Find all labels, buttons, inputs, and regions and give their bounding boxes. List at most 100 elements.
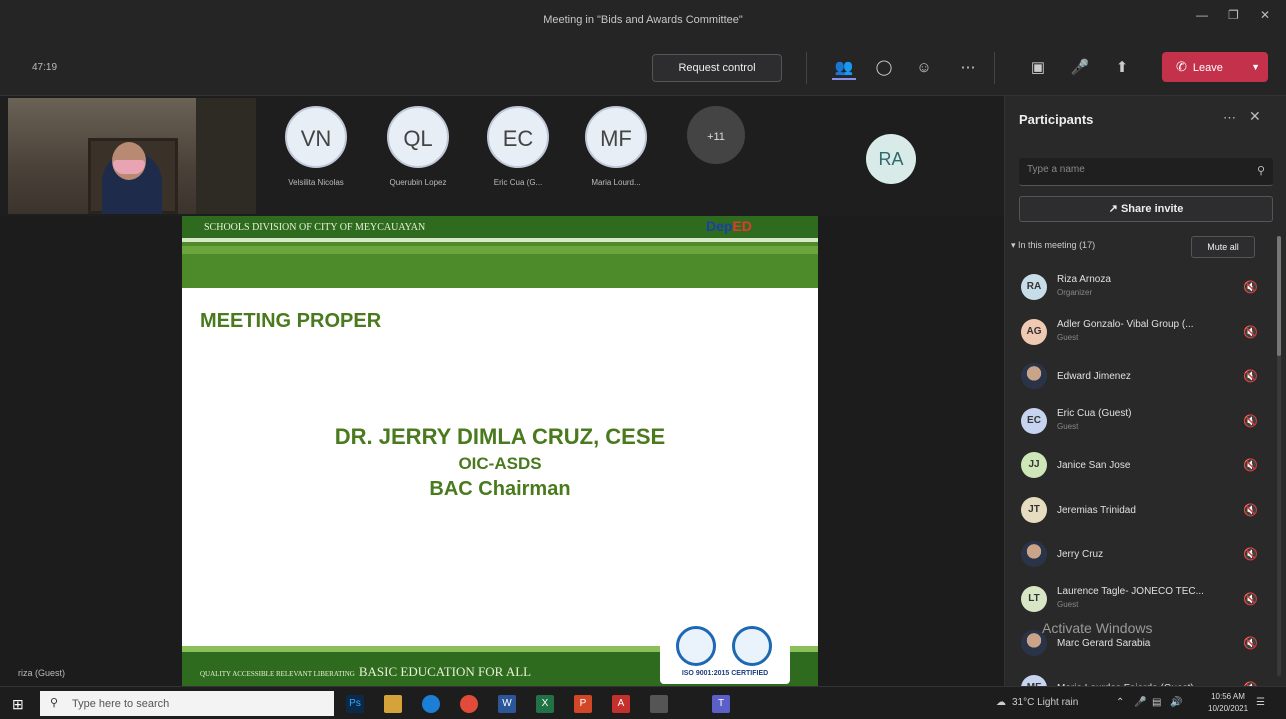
excel-icon[interactable]: X — [536, 695, 554, 713]
minimize-icon[interactable]: — — [1196, 8, 1208, 22]
scrollbar-thumb[interactable] — [1277, 236, 1281, 356]
edge-icon[interactable] — [422, 695, 440, 713]
participant-row[interactable]: Edward Jimenez 🔇 — [1005, 355, 1275, 400]
section-header[interactable]: ▾ In this meeting (17) — [1011, 240, 1095, 251]
participant-row[interactable]: RA Riza Arnoza Organizer 🔇 — [1005, 266, 1275, 311]
mic-off-icon[interactable]: 🔇 — [1243, 458, 1258, 472]
participant-tile[interactable]: QL Querubin Lopez — [378, 106, 458, 187]
participant-tile[interactable]: VN Velsilita Nicolas — [276, 106, 356, 187]
mic-off-icon[interactable]: 🔇 — [1243, 592, 1258, 606]
more-icon[interactable]: ⋯ — [1223, 110, 1236, 126]
teams-icon[interactable]: T — [712, 695, 730, 713]
video-strip: VN Velsilita Nicolas QL Querubin Lopez E… — [0, 96, 1004, 216]
participant-name: Adler Gonzalo- Vibal Group (... — [1057, 318, 1194, 330]
mic-off-icon[interactable]: 🔇 — [1243, 280, 1258, 294]
camera-off-icon[interactable]: ▣ — [1026, 56, 1050, 80]
phone-icon: ✆ — [1176, 59, 1187, 74]
close-icon[interactable]: ✕ — [1249, 108, 1261, 125]
chevron-down-icon: ▾ — [1011, 240, 1019, 250]
more-participants-tile[interactable]: +11 — [676, 106, 756, 164]
photoshop-icon[interactable]: Ps — [346, 695, 364, 713]
slide-role: BAC Chairman — [429, 478, 571, 500]
powerpoint-icon[interactable]: P — [574, 695, 592, 713]
participant-name: Riza Arnoza — [1057, 274, 1111, 285]
participant-row[interactable]: AG Adler Gonzalo- Vibal Group (... Guest 🔇 — [1005, 311, 1275, 356]
speaker-avatar[interactable]: RA — [866, 134, 916, 184]
share-icon[interactable]: ⬆ — [1110, 56, 1134, 80]
divider — [806, 52, 807, 84]
slide-heading: MEETING PROPER — [200, 310, 382, 332]
close-icon[interactable]: ✕ — [1260, 8, 1270, 22]
participant-name: Maria Lourd... — [591, 178, 641, 187]
notification-icon[interactable]: ☰ — [1256, 697, 1265, 708]
avatar: EC — [487, 106, 549, 168]
iso-cert-badge: ISO 9001:2015 CERTIFIED — [660, 620, 790, 684]
participant-name: Jerry Cruz — [1057, 549, 1104, 560]
avatar: MF — [585, 106, 647, 168]
chrome-icon[interactable] — [460, 695, 478, 713]
more-icon[interactable]: ⋯ — [956, 56, 980, 80]
chevron-down-icon[interactable]: ▼ — [1251, 52, 1260, 82]
participant-role: Guest — [1057, 332, 1079, 342]
avatar: AG — [1021, 318, 1047, 345]
mic-icon[interactable]: 🎤 — [1134, 697, 1146, 708]
avatar: RA — [1021, 274, 1047, 300]
mic-off-icon[interactable]: 🔇 — [1243, 636, 1258, 650]
participant-row[interactable]: Jerry Cruz 🔇 — [1005, 533, 1275, 578]
restore-icon[interactable]: ❐ — [1228, 8, 1239, 22]
mute-all-button[interactable]: Mute all — [1191, 236, 1255, 258]
mic-off-icon[interactable]: 🔇 — [1243, 325, 1258, 339]
avatar: VN — [285, 106, 347, 168]
request-control-button[interactable]: Request control — [652, 54, 782, 82]
participant-role: Guest — [1057, 421, 1079, 431]
participant-name: Marc Gerard Sarabia — [1057, 638, 1151, 649]
participants-icon[interactable]: 👥 — [832, 56, 856, 80]
participant-row[interactable]: LT Laurence Tagle- JONECO TEC... Guest 🔇 — [1005, 578, 1275, 623]
mic-off-icon[interactable]: 🔇 — [1243, 414, 1258, 428]
taskbar-search[interactable]: ⚲ Type here to search — [40, 691, 334, 716]
participant-tile[interactable]: MF Maria Lourd... — [576, 106, 656, 187]
network-icon[interactable]: ▤ — [1152, 697, 1161, 708]
weather-text[interactable]: 31°C Light rain — [1012, 697, 1078, 708]
weather-icon: ☁ — [996, 697, 1006, 708]
self-label: riza (Guest) — [18, 668, 66, 678]
participant-row[interactable]: JJ Janice San Jose 🔇 — [1005, 444, 1275, 489]
windows-start-icon[interactable]: ⊞ — [12, 696, 24, 713]
participant-name: Eric Cua (Guest) — [1057, 407, 1132, 419]
chat-icon[interactable]: ◯ — [872, 56, 896, 80]
participant-role: Guest — [1057, 599, 1079, 609]
search-icon[interactable]: ⚲ — [1257, 164, 1265, 177]
volume-icon[interactable]: 🔊 — [1170, 697, 1182, 708]
avatar: JJ — [1021, 452, 1047, 478]
activation-watermark: Activate Windows — [1042, 620, 1153, 636]
clock[interactable]: 10:56 AM 10/20/2021 — [1208, 691, 1248, 715]
search-input[interactable] — [1027, 164, 1237, 175]
share-icon: ↗ — [1108, 203, 1121, 215]
meeting-timer: 47:19 — [32, 62, 58, 73]
mic-off-icon[interactable]: 🔇 — [1243, 547, 1258, 561]
file-explorer-icon[interactable] — [384, 695, 402, 713]
word-icon[interactable]: W — [498, 695, 516, 713]
participant-row[interactable]: EC Eric Cua (Guest) Guest 🔇 — [1005, 400, 1275, 445]
participant-tile[interactable]: EC Eric Cua (G... — [478, 106, 558, 187]
participant-name: Jeremias Trinidad — [1057, 504, 1136, 516]
participant-video[interactable] — [8, 98, 256, 214]
leave-button[interactable]: ✆ Leave ▼ — [1162, 52, 1268, 82]
teams-window: Meeting in "Bids and Awards Committee" —… — [0, 0, 1286, 719]
app-icon[interactable] — [650, 695, 668, 713]
participant-name: Janice San Jose — [1057, 460, 1131, 471]
avatar: LT — [1021, 585, 1047, 612]
reactions-icon[interactable]: ☺ — [912, 56, 936, 80]
panel-title: Participants — [1019, 112, 1094, 127]
avatar — [1021, 541, 1047, 567]
leave-label: Leave — [1192, 62, 1223, 74]
mic-off-icon[interactable]: 🎤 — [1068, 56, 1092, 80]
mic-off-icon[interactable]: 🔇 — [1243, 503, 1258, 517]
seal-icon — [732, 626, 772, 666]
chevron-up-icon[interactable]: ⌃ — [1116, 697, 1124, 708]
participant-role: Organizer — [1057, 288, 1093, 297]
participant-row[interactable]: JT Jeremias Trinidad 🔇 — [1005, 489, 1275, 534]
share-invite-button[interactable]: ↗ Share invite — [1019, 196, 1273, 222]
acrobat-icon[interactable]: A — [612, 695, 630, 713]
mic-off-icon[interactable]: 🔇 — [1243, 369, 1258, 383]
